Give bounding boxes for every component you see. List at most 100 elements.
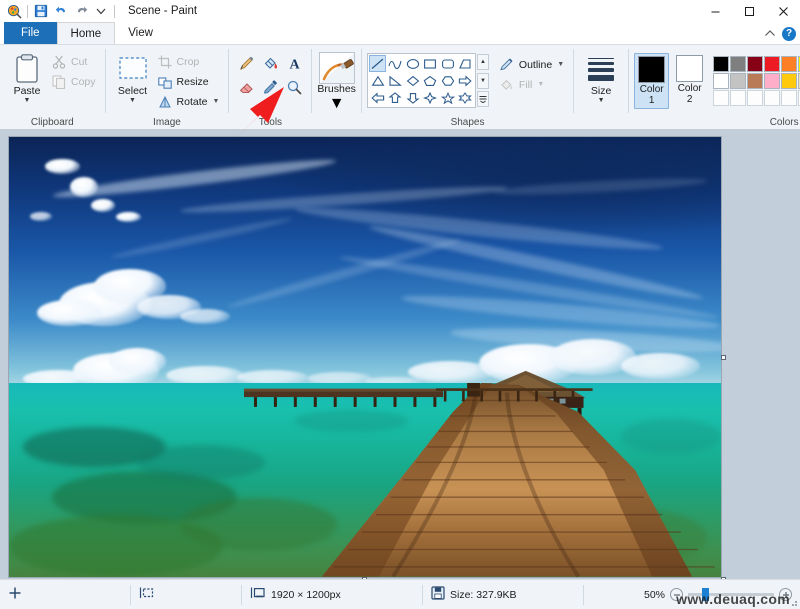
paste-button[interactable]: Paste ▼ bbox=[5, 50, 49, 106]
shapes-scroll-down-button[interactable]: ▼ bbox=[476, 72, 489, 89]
palette-swatch-custom-4[interactable] bbox=[781, 90, 798, 106]
brushes-button[interactable]: Brushes ▼ bbox=[317, 50, 356, 113]
color-1-number: 1 bbox=[648, 95, 655, 106]
select-icon bbox=[118, 52, 148, 86]
shape-line[interactable] bbox=[368, 55, 387, 72]
customize-qat-icon[interactable] bbox=[91, 1, 111, 21]
tab-file[interactable]: File bbox=[4, 22, 57, 44]
color-picker-tool[interactable] bbox=[258, 78, 282, 102]
tools-group-label: Tools bbox=[258, 117, 283, 128]
palette-swatch-standard-2[interactable] bbox=[747, 56, 764, 72]
shape-diamond[interactable] bbox=[404, 72, 422, 89]
shapes-scroll-up-button[interactable]: ▲ bbox=[476, 54, 489, 70]
zoom-slider[interactable] bbox=[688, 588, 774, 601]
shape-oval[interactable] bbox=[404, 55, 422, 72]
color-2-button[interactable]: Color 2 bbox=[673, 53, 706, 107]
crop-icon bbox=[157, 54, 173, 70]
palette-swatch-light-2[interactable] bbox=[747, 73, 764, 89]
canvas-work-area[interactable] bbox=[0, 130, 800, 579]
shape-right-arrow[interactable] bbox=[456, 72, 474, 89]
rotate-label: Rotate bbox=[176, 95, 208, 108]
palette-swatch-standard-0[interactable] bbox=[713, 56, 730, 72]
crop-button[interactable]: Crop bbox=[155, 52, 224, 71]
fill-dropdown-caret[interactable]: ▼ bbox=[537, 81, 544, 88]
brushes-dropdown-caret[interactable]: ▼ bbox=[329, 95, 345, 113]
help-icon[interactable]: ? bbox=[782, 27, 796, 41]
shape-four-point-star[interactable] bbox=[421, 89, 439, 106]
size-button[interactable]: Size ▼ bbox=[579, 50, 623, 106]
palette-swatch-custom-3[interactable] bbox=[764, 90, 781, 106]
rotate-dropdown-caret[interactable]: ▼ bbox=[212, 98, 219, 105]
shapes-gallery[interactable] bbox=[366, 53, 476, 108]
shape-rectangle[interactable] bbox=[421, 55, 439, 72]
shape-triangle[interactable] bbox=[369, 72, 387, 89]
quick-access-toolbar bbox=[4, 0, 118, 22]
palette-swatch-light-0[interactable] bbox=[713, 73, 730, 89]
undo-icon[interactable] bbox=[51, 1, 71, 21]
zoom-out-button[interactable] bbox=[670, 588, 683, 601]
image-canvas[interactable] bbox=[8, 136, 722, 578]
palette-swatch-standard-3[interactable] bbox=[764, 56, 781, 72]
palette-swatch-light-1[interactable] bbox=[730, 73, 747, 89]
shape-pentagon[interactable] bbox=[421, 72, 439, 89]
select-button[interactable]: Select ▼ bbox=[111, 50, 155, 106]
eraser-tool[interactable] bbox=[234, 78, 258, 102]
zoom-slider-thumb[interactable] bbox=[702, 588, 709, 601]
canvas-resize-handle-right[interactable] bbox=[721, 355, 726, 360]
palette-swatch-standard-1[interactable] bbox=[730, 56, 747, 72]
pencil-tool[interactable] bbox=[234, 54, 258, 78]
magnifier-tool[interactable] bbox=[282, 78, 306, 102]
palette-swatch-light-4[interactable] bbox=[781, 73, 798, 89]
shapes-expand-button[interactable] bbox=[476, 91, 489, 107]
shape-hexagon[interactable] bbox=[439, 72, 457, 89]
palette-swatch-custom-2[interactable] bbox=[747, 90, 764, 106]
shape-left-arrow[interactable] bbox=[369, 89, 387, 106]
color-1-button[interactable]: Color 1 bbox=[634, 53, 670, 109]
shape-curve[interactable] bbox=[386, 55, 404, 72]
resize-icon bbox=[157, 74, 173, 90]
resize-button[interactable]: Resize bbox=[155, 72, 224, 91]
window-resize-grip[interactable] bbox=[788, 597, 798, 607]
maximize-button[interactable] bbox=[732, 0, 766, 22]
shape-rounded-rectangle[interactable] bbox=[439, 55, 457, 72]
palette-swatch-light-3[interactable] bbox=[764, 73, 781, 89]
shape-five-point-star[interactable] bbox=[439, 89, 457, 106]
shape-down-arrow[interactable] bbox=[404, 89, 422, 106]
rotate-button[interactable]: Rotate ▼ bbox=[155, 92, 224, 111]
text-tool[interactable]: A bbox=[282, 54, 306, 78]
redo-icon[interactable] bbox=[71, 1, 91, 21]
color-palette bbox=[713, 53, 800, 106]
image-dimensions-cell: 1920 × 1200px bbox=[242, 580, 422, 609]
tab-view[interactable]: View bbox=[115, 22, 166, 44]
palette-swatch-custom-1[interactable] bbox=[730, 90, 747, 106]
qat-divider-2 bbox=[114, 4, 115, 18]
color-1-swatch bbox=[638, 56, 666, 83]
collapse-ribbon-icon[interactable] bbox=[764, 25, 776, 43]
color-2-swatch bbox=[676, 55, 704, 82]
brushes-group-label bbox=[312, 116, 361, 129]
palette-swatch-standard-4[interactable] bbox=[781, 56, 798, 72]
fill-button[interactable]: Fill ▼ bbox=[497, 75, 568, 94]
save-icon[interactable] bbox=[31, 1, 51, 21]
tab-home[interactable]: Home bbox=[56, 22, 116, 44]
close-button[interactable] bbox=[766, 0, 800, 22]
outline-button[interactable]: Outline ▼ bbox=[497, 55, 568, 74]
select-dropdown-caret[interactable]: ▼ bbox=[129, 97, 136, 104]
shape-six-point-star[interactable] bbox=[456, 89, 474, 106]
fill-with-color-tool[interactable] bbox=[258, 54, 282, 78]
outline-dropdown-caret[interactable]: ▼ bbox=[557, 61, 564, 68]
copy-button[interactable]: Copy bbox=[49, 72, 100, 91]
shape-diagonal-triangle[interactable] bbox=[386, 72, 404, 89]
window-title: Scene - Paint bbox=[128, 5, 198, 17]
paste-icon bbox=[14, 52, 40, 86]
shape-up-arrow[interactable] bbox=[386, 89, 404, 106]
shape-right-triangle[interactable] bbox=[456, 55, 474, 72]
palette-swatch-custom-0[interactable] bbox=[713, 90, 730, 106]
fill-with-color-icon bbox=[262, 55, 279, 77]
minimize-button[interactable] bbox=[698, 0, 732, 22]
colors-group-label: Colors bbox=[769, 117, 799, 128]
paste-dropdown-caret[interactable]: ▼ bbox=[24, 97, 31, 104]
size-dropdown-caret[interactable]: ▼ bbox=[598, 97, 605, 104]
paint-app-icon[interactable] bbox=[4, 1, 24, 21]
cut-button[interactable]: Cut bbox=[49, 52, 100, 71]
